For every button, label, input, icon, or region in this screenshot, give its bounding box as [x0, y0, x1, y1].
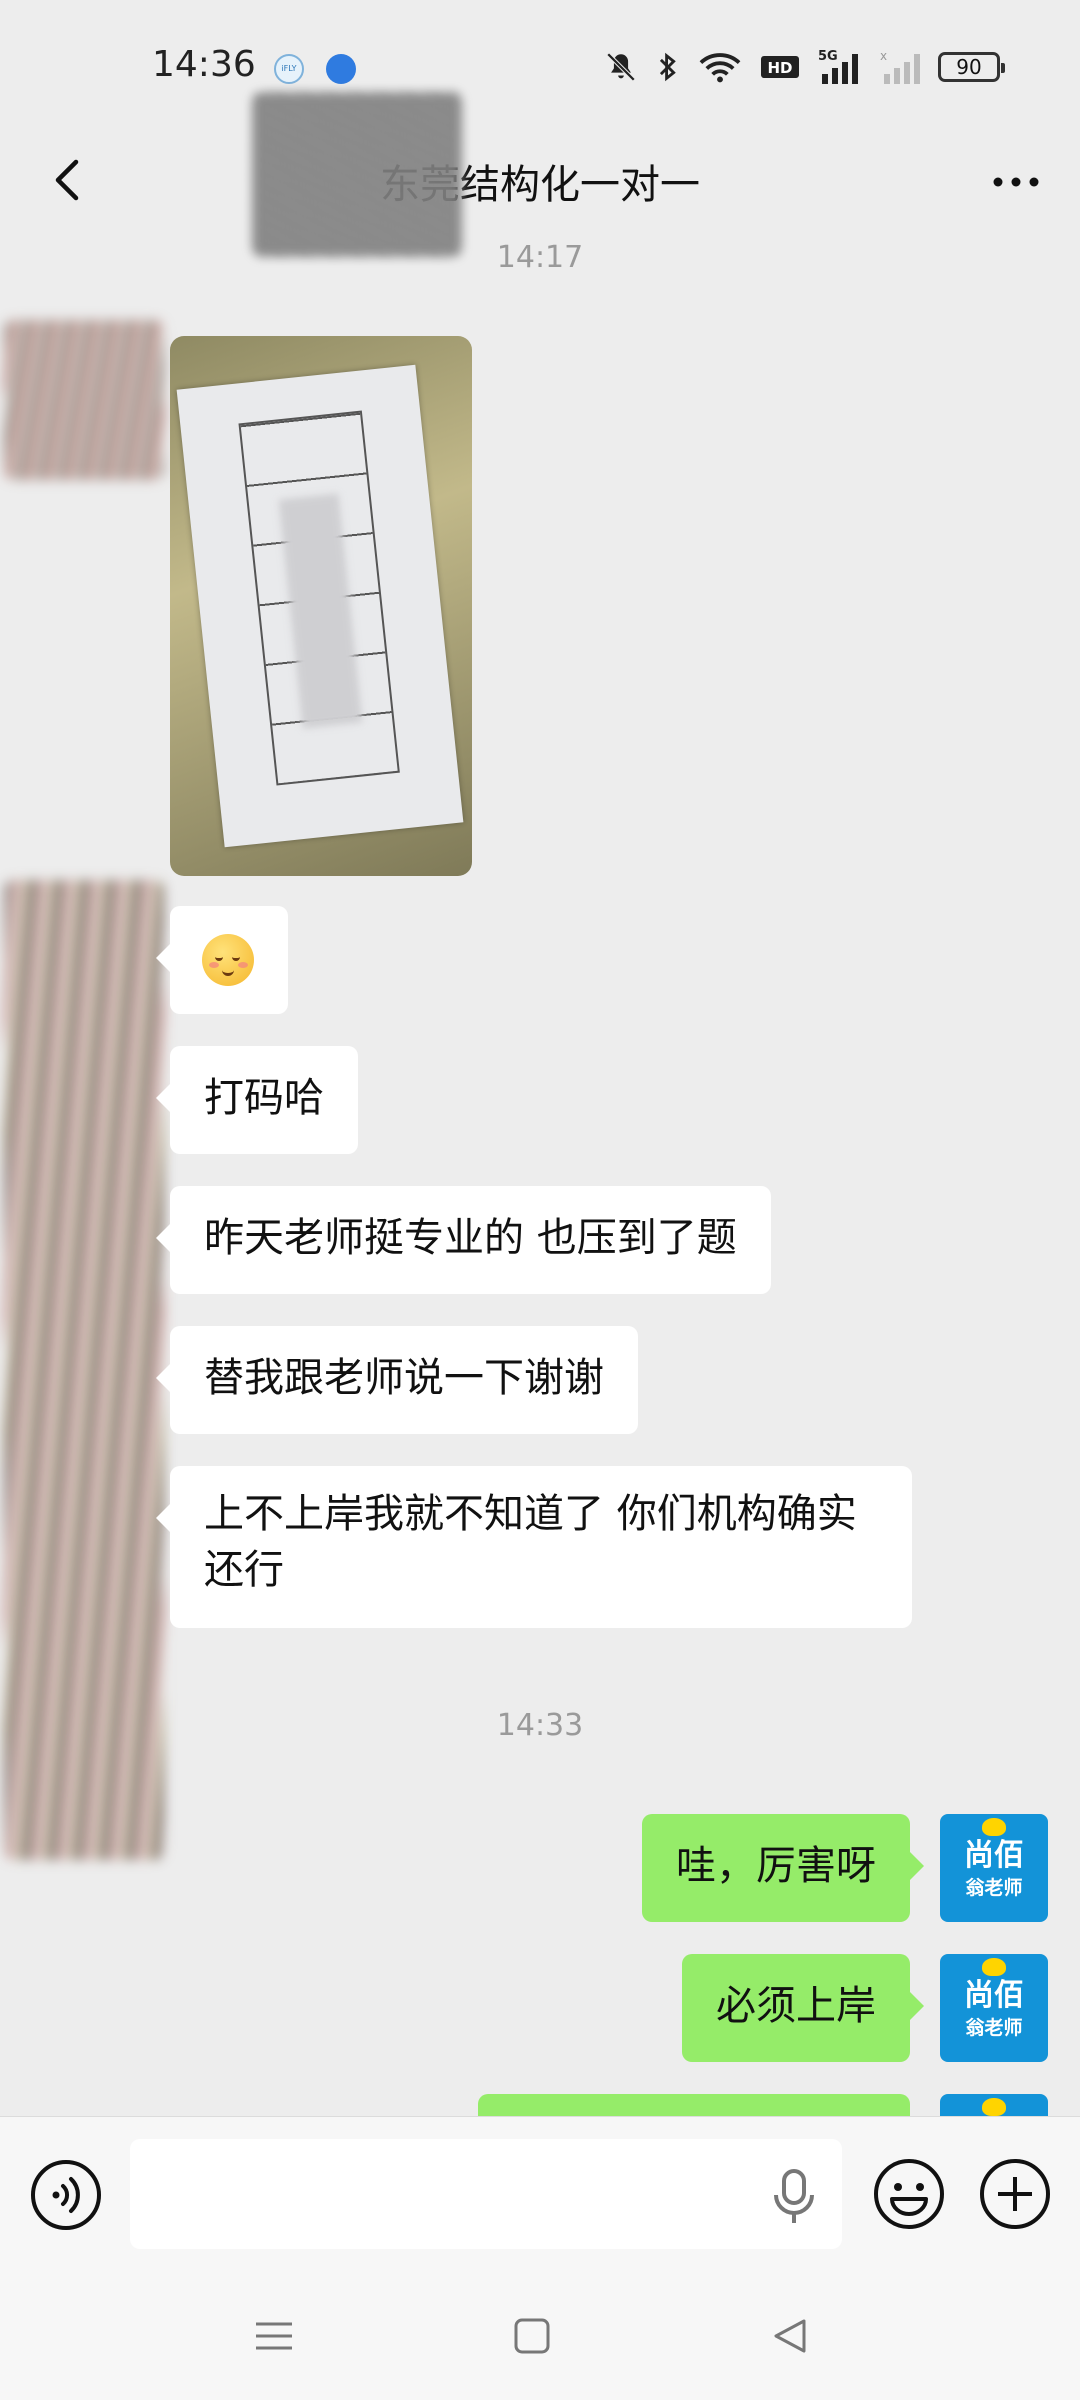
signal-5g-icon: 5G	[818, 48, 862, 86]
duck-logo-icon	[982, 1818, 1006, 1836]
voice-input-icon[interactable]	[30, 2159, 102, 2231]
system-nav-bar	[0, 2276, 1080, 2400]
home-icon[interactable]	[512, 2316, 552, 2356]
svg-text:x: x	[880, 49, 887, 63]
redacted-name-blur	[252, 92, 462, 257]
wifi-icon	[698, 50, 742, 84]
svg-text:HD: HD	[767, 59, 792, 77]
duck-logo-icon	[982, 2098, 1006, 2116]
sent-message[interactable]	[478, 2094, 910, 2116]
mute-bell-icon	[604, 50, 638, 84]
blushing-smile-emoji	[202, 934, 254, 986]
emoji-icon[interactable]	[872, 2157, 946, 2231]
my-avatar[interactable]: 尚佰 翁老师	[940, 1814, 1048, 1922]
bluetooth-icon	[656, 50, 680, 84]
more-dots-icon[interactable]	[986, 162, 1046, 202]
signal-2-icon: x	[880, 48, 920, 86]
sent-message[interactable]: 必须上岸	[682, 1954, 924, 2062]
microphone-icon[interactable]	[770, 2167, 818, 2227]
photo-thumbnail	[176, 364, 464, 848]
timestamp: 14:17	[496, 240, 584, 275]
status-bar: 14:36 iFLY HD 5G x 90	[0, 0, 1080, 130]
text-message[interactable]: 上不上岸我就不知道了 你们机构确实还行	[156, 1466, 912, 1628]
input-bar	[0, 2116, 1080, 2276]
menu-icon[interactable]	[254, 2316, 294, 2356]
timestamp: 14:33	[496, 1708, 584, 1743]
chevron-left-icon[interactable]	[38, 150, 98, 210]
emoji-message[interactable]	[156, 906, 288, 1014]
ifly-app-icon: iFLY	[274, 54, 304, 84]
message-input[interactable]	[130, 2139, 842, 2249]
app-notification-icon	[326, 54, 356, 84]
duck-logo-icon	[982, 1958, 1006, 1976]
chat-messages[interactable]: 14:17 打码哈 昨天老师挺专业的 也压到了题 替我跟老师说一下谢谢 上不上岸…	[0, 240, 1080, 2116]
back-triangle-icon[interactable]	[770, 2316, 810, 2356]
sent-message[interactable]: 哇，厉害呀	[642, 1814, 924, 1922]
contact-avatar-blurred[interactable]	[4, 320, 164, 480]
my-avatar[interactable]: 尚佰 翁老师	[940, 1954, 1048, 2062]
text-message[interactable]: 替我跟老师说一下谢谢	[156, 1326, 638, 1434]
svg-text:5G: 5G	[818, 49, 838, 64]
plus-icon[interactable]	[978, 2157, 1052, 2231]
chat-header: 东莞结构化一对一	[0, 92, 1080, 257]
text-message[interactable]: 打码哈	[156, 1046, 358, 1154]
my-avatar[interactable]	[940, 2094, 1048, 2116]
battery-icon: 90	[938, 52, 1005, 82]
image-message[interactable]	[170, 336, 472, 876]
text-message[interactable]: 昨天老师挺专业的 也压到了题	[156, 1186, 771, 1294]
status-time: 14:36	[152, 44, 256, 85]
status-icons: HD 5G x 90	[604, 48, 1005, 86]
hd-icon: HD	[760, 53, 800, 81]
